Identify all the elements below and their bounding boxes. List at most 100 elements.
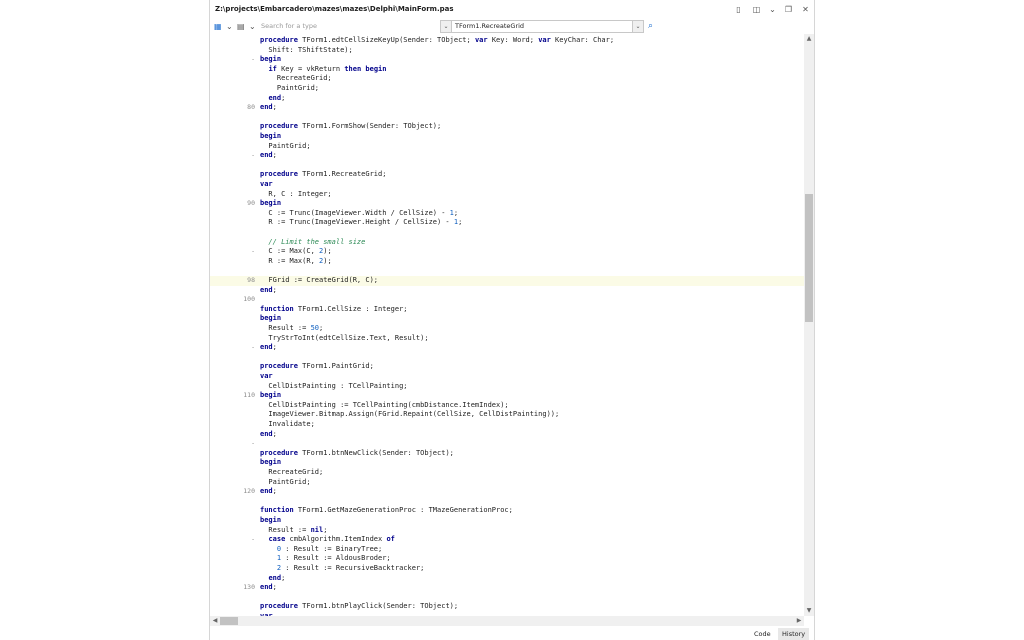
code-token: ; <box>453 208 459 217</box>
code-line[interactable]: 90 begin <box>210 199 804 209</box>
horizontal-scrollbar[interactable]: ◀ ▶ <box>210 616 804 626</box>
horizontal-scroll-thumb[interactable] <box>220 617 238 625</box>
chevron-down-icon[interactable]: ⌄ <box>226 22 233 31</box>
code-line[interactable]: begin <box>210 516 804 526</box>
code-line[interactable]: R := Trunc(ImageViewer.Height / CellSize… <box>210 218 804 228</box>
structure-icon[interactable]: ▦ <box>214 22 222 31</box>
type-search-input[interactable]: Search for a type <box>258 21 444 32</box>
code-line[interactable] <box>210 266 804 276</box>
split-icon[interactable]: ◫ <box>752 5 761 14</box>
code-line[interactable]: 110 begin <box>210 391 804 401</box>
method-combo[interactable]: ⌄ TForm1.RecreateGrid ⌄ <box>440 20 644 33</box>
code-line[interactable]: begin <box>210 132 804 142</box>
tab-history[interactable]: History <box>778 628 810 640</box>
chevron-down-icon[interactable]: ⌄ <box>768 5 777 14</box>
code-line[interactable]: if Key = vkReturn then begin <box>210 65 804 75</box>
code-text: end; <box>260 94 285 104</box>
code-line[interactable]: end; <box>210 286 804 296</box>
chevron-down-icon[interactable]: ⌄ <box>632 21 643 32</box>
code-token: ); <box>323 247 332 256</box>
code-line[interactable]: end; <box>210 574 804 584</box>
code-line[interactable]: - begin <box>210 55 804 65</box>
code-line[interactable]: - C := Max(C, 2); <box>210 247 804 257</box>
code-line[interactable]: 100 <box>210 295 804 305</box>
code-line[interactable]: Result := nil; <box>210 526 804 536</box>
code-token: R := Max(R, <box>260 256 320 265</box>
code-line[interactable]: C := Trunc(ImageViewer.Width / CellSize)… <box>210 209 804 219</box>
print-icon[interactable]: ▤ <box>237 22 245 31</box>
code-line[interactable] <box>210 593 804 603</box>
code-line[interactable]: 2 : Result := RecursiveBacktracker; <box>210 564 804 574</box>
code-line[interactable]: 98 FGrid := CreateGrid(R, C); <box>210 276 804 286</box>
code-line[interactable] <box>210 161 804 171</box>
code-line[interactable]: var <box>210 180 804 190</box>
window-title: Z:\projects\Embarcadero\mazes\mazes\Delp… <box>215 5 454 13</box>
code-line[interactable]: PaintGrid; <box>210 84 804 94</box>
code-line[interactable]: function TForm1.GetMazeGenerationProc : … <box>210 506 804 516</box>
code-line[interactable] <box>210 228 804 238</box>
code-line[interactable]: procedure TForm1.btnPlayClick(Sender: TO… <box>210 602 804 612</box>
keyword-token: end <box>260 583 273 592</box>
code-text: PaintGrid; <box>260 141 311 152</box>
code-line[interactable]: R := Max(R, 2); <box>210 257 804 267</box>
code-line[interactable]: CellDistPainting := TCellPainting(cmbDis… <box>210 401 804 411</box>
code-line[interactable]: // Limit the small size <box>210 238 804 248</box>
code-line[interactable]: end; <box>210 94 804 104</box>
code-editor[interactable]: procedure TForm1.edtCellSizeKeyUp(Sender… <box>210 34 804 616</box>
code-token: ; <box>281 93 286 102</box>
code-line[interactable]: RecreateGrid; <box>210 74 804 84</box>
code-line[interactable]: var <box>210 372 804 382</box>
code-line[interactable] <box>210 353 804 363</box>
scroll-right-icon[interactable]: ▶ <box>794 616 804 626</box>
scroll-up-icon[interactable]: ▲ <box>804 34 814 44</box>
search-icon[interactable]: ⌕ <box>648 21 653 31</box>
code-line[interactable]: procedure TForm1.PaintGrid; <box>210 362 804 372</box>
code-line[interactable]: procedure TForm1.btnNewClick(Sender: TOb… <box>210 449 804 459</box>
line-number: 80 <box>247 103 255 112</box>
scroll-left-icon[interactable]: ◀ <box>210 616 220 626</box>
code-line[interactable]: Invalidate; <box>210 420 804 430</box>
code-line[interactable]: begin <box>210 314 804 324</box>
keyword-token: var <box>538 36 551 44</box>
code-line[interactable]: function TForm1.CellSize : Integer; <box>210 305 804 315</box>
code-text: procedure TForm1.PaintGrid; <box>260 362 374 372</box>
code-line[interactable]: 1 : Result := AldousBroder; <box>210 554 804 564</box>
code-line[interactable]: procedure TForm1.FormShow(Sender: TObjec… <box>210 122 804 132</box>
chevron-down-icon[interactable]: ⌄ <box>249 22 256 31</box>
code-line[interactable]: - end; <box>210 151 804 161</box>
keyword-token: end <box>260 103 273 112</box>
code-line[interactable]: Shift: TShiftState); <box>210 46 804 56</box>
code-line[interactable]: CellDistPainting : TCellPainting; <box>210 382 804 392</box>
title-bar: Z:\projects\Embarcadero\mazes\mazes\Delp… <box>210 0 814 19</box>
keyword-token: begin <box>365 64 387 73</box>
code-line[interactable]: procedure TForm1.RecreateGrid; <box>210 170 804 180</box>
code-token: PaintGrid; <box>260 141 311 150</box>
tab-code[interactable]: Code <box>750 628 775 640</box>
vertical-scrollbar[interactable]: ▲ ▼ <box>804 34 814 616</box>
code-line[interactable]: TryStrToInt(edtCellSize.Text, Result); <box>210 334 804 344</box>
code-line[interactable]: PaintGrid; <box>210 478 804 488</box>
code-line[interactable]: 0 : Result := BinaryTree; <box>210 545 804 555</box>
code-line[interactable]: 120 end; <box>210 487 804 497</box>
scroll-down-icon[interactable]: ▼ <box>804 606 814 616</box>
code-line[interactable]: end; <box>210 430 804 440</box>
code-line[interactable]: 130 end; <box>210 583 804 593</box>
code-line[interactable]: PaintGrid; <box>210 142 804 152</box>
code-line[interactable]: Result := 50; <box>210 324 804 334</box>
code-line[interactable] <box>210 113 804 123</box>
code-line[interactable]: R, C : Integer; <box>210 190 804 200</box>
code-line[interactable]: procedure TForm1.edtCellSizeKeyUp(Sender… <box>210 36 804 46</box>
code-line[interactable]: - <box>210 439 804 449</box>
code-line[interactable]: - case cmbAlgorithm.ItemIndex of <box>210 535 804 545</box>
restore-icon[interactable]: ❐ <box>784 5 793 14</box>
code-line[interactable]: - end; <box>210 343 804 353</box>
code-line[interactable]: ImageViewer.Bitmap.Assign(FGrid.Repaint(… <box>210 410 804 420</box>
code-line[interactable] <box>210 497 804 507</box>
code-line[interactable]: begin <box>210 458 804 468</box>
code-line[interactable]: 80 end; <box>210 103 804 113</box>
layout-icon[interactable]: ▯ <box>734 5 743 14</box>
close-icon[interactable]: ✕ <box>801 5 810 14</box>
chevron-down-icon[interactable]: ⌄ <box>441 21 452 32</box>
vertical-scroll-thumb[interactable] <box>805 194 813 322</box>
code-line[interactable]: RecreateGrid; <box>210 468 804 478</box>
